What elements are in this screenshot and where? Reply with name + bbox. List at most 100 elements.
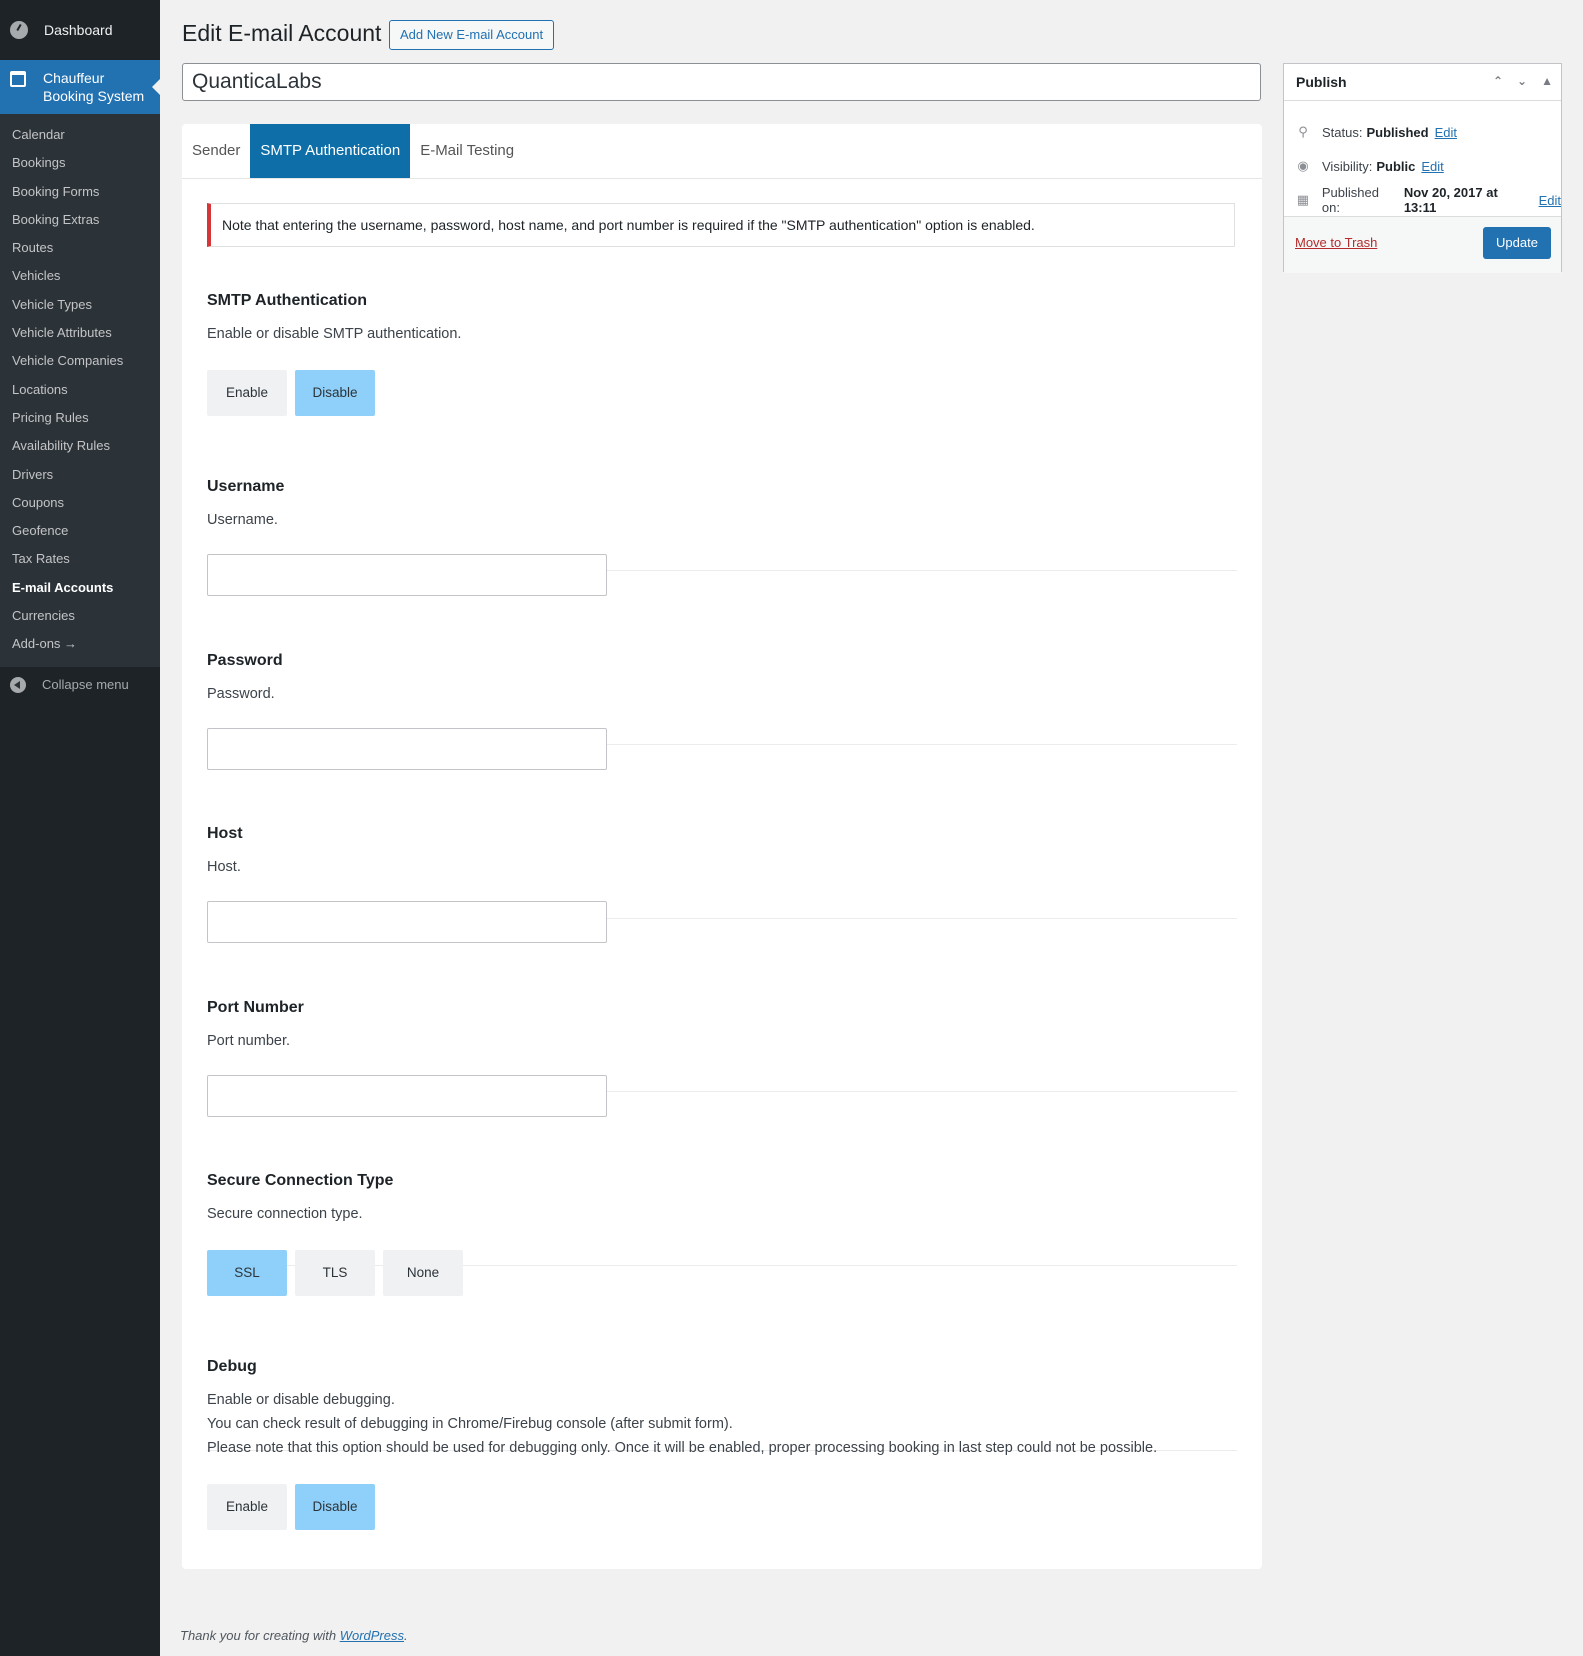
visibility-label: Visibility: (1322, 158, 1373, 174)
sidebar-item-availability-rules[interactable]: Availability Rules (0, 432, 160, 460)
sidebar-item-currencies[interactable]: Currencies (0, 602, 160, 630)
collapse-arrow-icon (10, 676, 26, 693)
host-input[interactable] (207, 901, 607, 943)
field-description: Host. (207, 859, 241, 875)
sidebar-item-routes[interactable]: Routes (0, 234, 160, 262)
field-description: Port number. (207, 1033, 291, 1049)
field-description: Secure connection type. (207, 1206, 363, 1222)
sidebar-item-locations[interactable]: Locations (0, 376, 160, 404)
collapse-menu-label: Collapse menu (42, 677, 129, 693)
sidebar-item-vehicle-attributes[interactable]: Vehicle Attributes (0, 319, 160, 347)
sidebar-item-booking-forms[interactable]: Booking Forms (0, 178, 160, 206)
sidebar-item-chauffeur-booking-system[interactable]: Chauffeur Booking System (0, 60, 160, 114)
debug-disable-button[interactable]: Disable (295, 1484, 375, 1530)
update-button[interactable]: Update (1483, 227, 1551, 259)
tab-sender[interactable]: Sender (182, 124, 250, 178)
settings-panel: Sender SMTP Authentication E-Mail Testin… (182, 124, 1262, 1569)
field-label: Password (207, 652, 283, 669)
tab-smtp-authentication[interactable]: SMTP Authentication (250, 124, 411, 178)
sidebar-item-label: Dashboard (44, 22, 113, 38)
field-label: Port Number (207, 999, 304, 1016)
post-title-input[interactable] (182, 63, 1261, 101)
add-new-email-account-button[interactable]: Add New E-mail Account (389, 20, 555, 50)
port-number-field: Port Number Port number. (207, 999, 1237, 1266)
sidebar-item-calendar[interactable]: Calendar (0, 121, 160, 149)
field-description: Password. (207, 686, 275, 702)
debug-desc-line2: You can check result of debugging in Chr… (207, 1416, 733, 1432)
port-number-input[interactable] (207, 1075, 607, 1117)
calendar-icon (10, 71, 26, 87)
sidebar-item-pricing-rules[interactable]: Pricing Rules (0, 404, 160, 432)
collapse-menu-button[interactable]: Collapse menu (0, 667, 160, 693)
sidebar-label-line1: Chauffeur (43, 70, 105, 86)
move-up-icon[interactable]: ⌃ (1493, 74, 1503, 88)
field-description: Username. (207, 512, 278, 528)
secure-ssl-button[interactable]: SSL (207, 1250, 287, 1296)
sidebar-label-line2: Booking System (43, 88, 145, 104)
toggle-panel-icon[interactable]: ▲ (1541, 74, 1553, 88)
sidebar-item-drivers[interactable]: Drivers (0, 461, 160, 489)
move-to-trash-link[interactable]: Move to Trash (1295, 235, 1377, 250)
sidebar-item-add-ons[interactable]: Add-ons → (0, 630, 160, 658)
sidebar-item-email-accounts[interactable]: E-mail Accounts (0, 574, 160, 602)
sidebar-item-label: Chauffeur Booking System (43, 69, 144, 105)
sidebar-item-tax-rates[interactable]: Tax Rates (0, 545, 160, 573)
status-value: Published (1366, 124, 1429, 140)
edit-visibility-link[interactable]: Edit (1421, 159, 1443, 174)
tab-email-testing[interactable]: E-Mail Testing (410, 124, 524, 178)
footer-end: . (404, 1628, 408, 1643)
sidebar-item-coupons[interactable]: Coupons (0, 489, 160, 517)
debug-desc-line3: Please note that this option should be u… (207, 1440, 1158, 1456)
secure-tls-button[interactable]: TLS (295, 1250, 375, 1296)
password-input[interactable] (207, 728, 607, 770)
field-label: Debug (207, 1358, 257, 1375)
published-on-value: Nov 20, 2017 at 13:11 (1403, 185, 1498, 215)
smtp-enable-button[interactable]: Enable (207, 370, 287, 416)
eye-icon: ◉ (1297, 158, 1309, 173)
smtp-disable-button[interactable]: Disable (295, 370, 375, 416)
pin-icon: ⚲ (1298, 124, 1308, 139)
status-row: ⚲ Status: Published Edit (1284, 115, 1561, 149)
published-on-label: Published on: (1321, 185, 1379, 215)
field-description: Enable or disable SMTP authentication. (207, 326, 462, 342)
notice-message: Note that entering the username, passwor… (207, 203, 1235, 247)
debug-enable-button[interactable]: Enable (207, 1484, 287, 1530)
username-field: Username Username. (207, 478, 1237, 745)
password-field: Password Password. (207, 652, 1237, 919)
sidebar-item-vehicles[interactable]: Vehicles (0, 262, 160, 290)
edit-date-link[interactable]: Edit (1539, 193, 1561, 208)
sidebar-submenu: Calendar Bookings Booking Forms Booking … (0, 114, 160, 667)
field-label: Username (207, 478, 285, 495)
edit-status-link[interactable]: Edit (1435, 125, 1457, 140)
tab-bar: Sender SMTP Authentication E-Mail Testin… (182, 124, 1262, 179)
sidebar-item-dashboard[interactable]: Dashboard (0, 0, 160, 60)
sidebar-item-vehicle-companies[interactable]: Vehicle Companies (0, 347, 160, 375)
publish-box: Publish ⌃ ⌄ ▲ ⚲ Status: Published Edit ◉… (1283, 63, 1562, 273)
dashboard-icon (10, 21, 28, 39)
publish-title: Publish (1296, 74, 1347, 90)
debug-desc-line1: Enable or disable debugging. (207, 1392, 395, 1408)
debug-field: Debug Enable or disable debugging. You c… (207, 1358, 1237, 1530)
field-description: Enable or disable debugging. You can che… (207, 1388, 1237, 1460)
footer-text: Thank you for creating with (180, 1628, 340, 1643)
field-label: Host (207, 825, 243, 842)
publish-actions: Move to Trash Update (1284, 216, 1561, 273)
sidebar-item-bookings[interactable]: Bookings (0, 149, 160, 177)
visibility-row: ◉ Visibility: Public Edit (1284, 149, 1561, 183)
secure-connection-type-field: Secure Connection Type Secure connection… (207, 1172, 1237, 1451)
smtp-authentication-field: SMTP Authentication Enable or disable SM… (207, 292, 1237, 571)
move-down-icon[interactable]: ⌄ (1517, 74, 1527, 88)
calendar-icon: ▦ (1296, 192, 1310, 207)
field-label: Secure Connection Type (207, 1172, 394, 1189)
publish-box-header: Publish ⌃ ⌄ ▲ (1284, 64, 1561, 101)
sidebar-item-vehicle-types[interactable]: Vehicle Types (0, 291, 160, 319)
host-field: Host Host. (207, 825, 1237, 1092)
secure-none-button[interactable]: None (383, 1250, 463, 1296)
published-on-row: ▦ Published on: Nov 20, 2017 at 13:11 Ed… (1284, 183, 1561, 217)
sidebar-item-booking-extras[interactable]: Booking Extras (0, 206, 160, 234)
username-input[interactable] (207, 554, 607, 596)
page-title: Edit E-mail Account (182, 20, 382, 46)
sidebar-item-geofence[interactable]: Geofence (0, 517, 160, 545)
field-label: SMTP Authentication (207, 292, 367, 309)
wordpress-link[interactable]: WordPress (340, 1628, 404, 1643)
